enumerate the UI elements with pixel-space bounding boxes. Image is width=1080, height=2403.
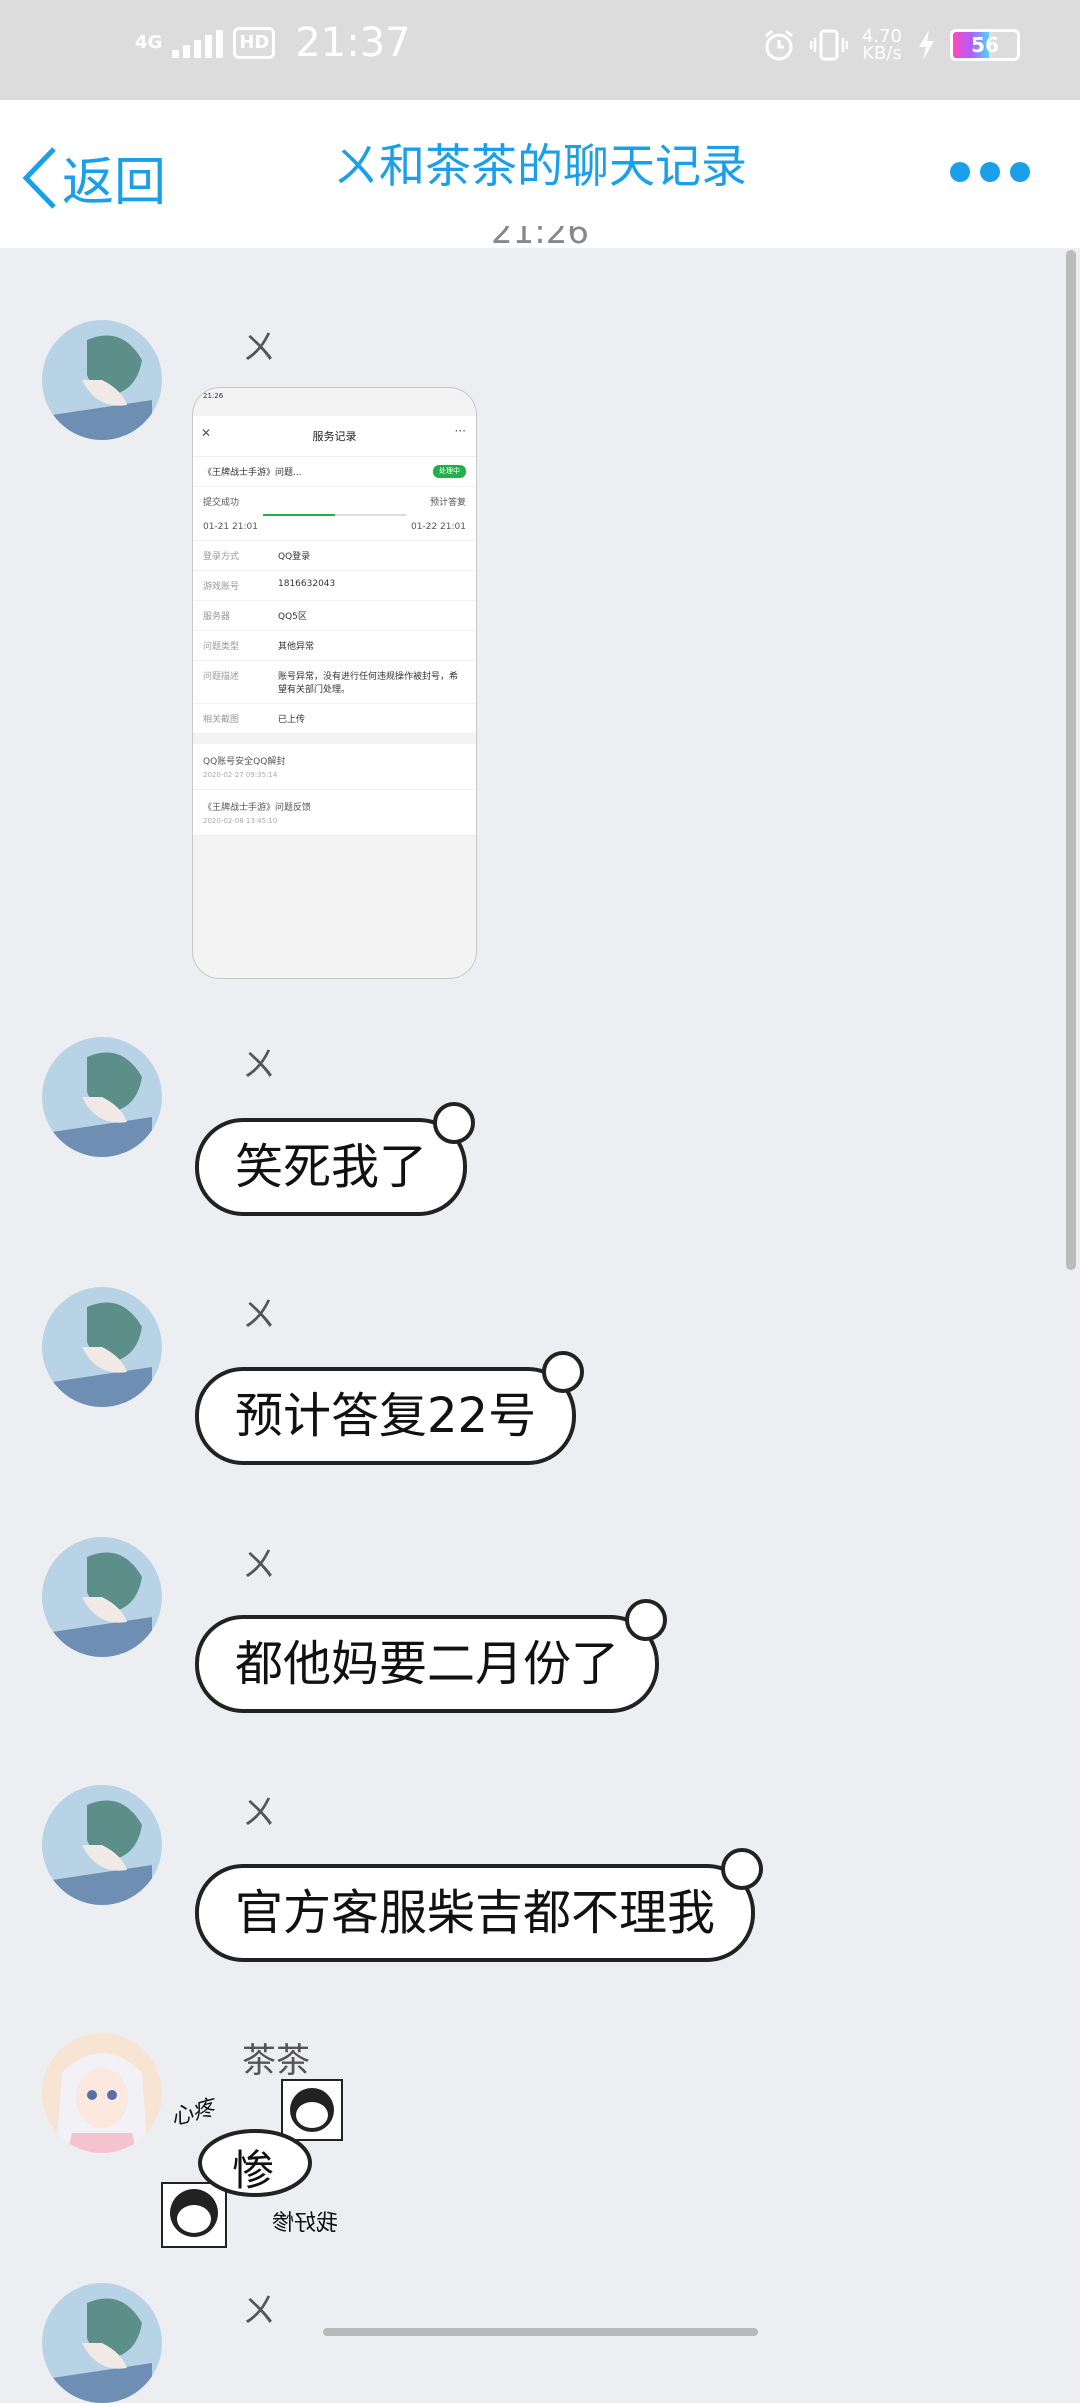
info-row: 问题描述 账号异常，没有进行任何违规操作被封号，希望有关部门处理。	[193, 661, 476, 704]
step-left-date: 01-21 21:01	[203, 522, 258, 532]
record-link: QQ账号安全QQ解封 2020-02-27 09:35:14	[193, 744, 476, 790]
hd-icon: HD	[233, 27, 276, 59]
charging-icon	[919, 30, 934, 60]
status-bar: 4G HD 21:37 4.70 KB/s 56	[0, 0, 1080, 100]
avatar[interactable]	[42, 1537, 162, 1657]
avatar[interactable]	[42, 1287, 162, 1407]
info-row: 登录方式 QQ登录	[193, 541, 476, 571]
sender-name: ㄨ	[242, 1545, 276, 1585]
info-key: 登录方式	[203, 552, 240, 562]
time-divider: 21:26	[0, 226, 1080, 256]
sender-name: ㄨ	[242, 1295, 276, 1335]
info-row: 服务器 QQ5区	[193, 601, 476, 631]
message-bubble[interactable]: 预计答复22号	[195, 1351, 585, 1465]
info-value: 账号异常，没有进行任何违规操作被封号，希望有关部门处理。	[278, 672, 459, 695]
screenshot-topbar: ✕ 服务记录 ···	[193, 416, 476, 457]
clock: 21:37	[295, 20, 411, 66]
page-title: ㄨ和茶茶的聊天记录	[333, 139, 747, 193]
step-right-date: 01-22 21:01	[411, 522, 466, 532]
info-value: 已上传	[278, 715, 306, 725]
info-key: 游戏账号	[203, 582, 240, 592]
more-dot-icon	[1010, 162, 1030, 182]
message-bubble[interactable]: 笑死我了	[195, 1102, 476, 1216]
avatar[interactable]	[42, 1037, 162, 1157]
info-key: 问题类型	[203, 642, 240, 652]
info-row: 相关截图 已上传	[193, 704, 476, 734]
message-text: 预计答复22号	[235, 1388, 537, 1444]
avatar[interactable]	[42, 320, 162, 440]
message-bubble[interactable]: 官方客服柴吉都不理我	[195, 1848, 764, 1962]
vibrate-icon	[809, 29, 848, 61]
avatar[interactable]	[42, 2033, 162, 2153]
bubble-ear	[433, 1102, 476, 1144]
alarm-icon	[764, 29, 793, 61]
battery-icon: 56	[950, 29, 1020, 61]
info-row: 游戏账号 1816632043	[193, 571, 476, 601]
status-badge: 处理中	[433, 465, 466, 478]
record-time: 2020-02-08 13:45:10	[203, 817, 278, 825]
status-right: 4.70 KB/s 56	[762, 28, 1020, 64]
message-text: 笑死我了	[235, 1139, 428, 1195]
sticker-text: 惨	[232, 2146, 275, 2195]
battery-percent: 56	[971, 33, 999, 57]
home-indicator[interactable]	[323, 2328, 758, 2336]
info-key: 问题描述	[203, 672, 240, 682]
step-right: 预计答复	[429, 498, 466, 508]
record-time: 2020-02-27 09:35:14	[203, 771, 278, 779]
bubble-ear	[721, 1848, 764, 1890]
sender-name: ㄨ	[242, 1793, 276, 1833]
progress-row: 提交成功 预计答复 01-21 21:01 01-22 21:01	[193, 487, 476, 541]
message-text: 官方客服柴吉都不理我	[235, 1885, 716, 1941]
sender-name: ㄨ	[242, 2291, 276, 2331]
more-dot-icon	[950, 162, 970, 182]
speed-unit: KB/s	[862, 43, 902, 64]
info-row: 问题类型 其他异常	[193, 631, 476, 661]
info-value: 其他异常	[278, 642, 315, 652]
status-left: 4G HD 21:37	[135, 20, 411, 66]
screenshot-title: 服务记录	[312, 430, 357, 443]
record-title: 《王牌战士手游》问题反馈	[203, 803, 312, 813]
record-title: QQ账号安全QQ解封	[203, 757, 286, 767]
image-message[interactable]: 21:26 ✕ 服务记录 ··· 《王牌战士手游》问题... 处理中 提交成功 …	[192, 387, 477, 979]
info-key: 相关截图	[203, 715, 240, 725]
info-value: QQ登录	[278, 552, 311, 562]
avatar[interactable]	[42, 2283, 162, 2403]
avatar[interactable]	[42, 1785, 162, 1905]
bubble-ear	[542, 1351, 585, 1393]
info-value: 1816632043	[278, 579, 336, 589]
bubble-ear	[625, 1599, 668, 1641]
signal-icon	[172, 28, 224, 58]
sticker-side-right: 我好惨	[272, 2211, 339, 2236]
network-type: 4G	[135, 32, 163, 53]
service-card: 《王牌战士手游》问题... 处理中 提交成功 预计答复 01-21 21:01 …	[193, 457, 476, 734]
message-bubble[interactable]: 都他妈要二月份了	[195, 1599, 668, 1713]
record-link: 《王牌战士手游》问题反馈 2020-02-08 13:45:10	[193, 790, 476, 836]
scrollbar[interactable]	[1066, 250, 1076, 1270]
time-divider-text: 21:26	[491, 226, 589, 252]
network-speed: 4.70 KB/s	[862, 28, 902, 64]
summary-text: 《王牌战士手游》问题...	[203, 468, 302, 478]
message-text: 都他妈要二月份了	[235, 1636, 620, 1692]
more-button[interactable]	[950, 162, 1030, 182]
sticker-message[interactable]: 心疼 惨 我好惨	[160, 2075, 360, 2250]
more-icon: ···	[454, 424, 466, 438]
service-summary: 《王牌战士手游》问题... 处理中	[193, 457, 476, 487]
sender-name: ㄨ	[242, 1045, 276, 1085]
sender-name: ㄨ	[242, 328, 276, 368]
info-value: QQ5区	[278, 612, 307, 622]
step-left: 提交成功	[203, 498, 240, 508]
info-key: 服务器	[203, 612, 231, 622]
more-dot-icon	[980, 162, 1000, 182]
screenshot-statusbar: 21:26	[203, 392, 224, 400]
